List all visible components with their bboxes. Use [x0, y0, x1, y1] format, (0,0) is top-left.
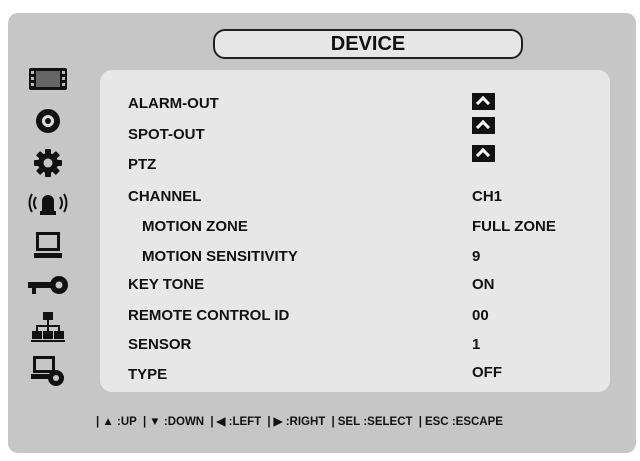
monitor-icon[interactable]	[20, 64, 75, 94]
hint-right: RIGHT	[289, 416, 326, 428]
hint-sel-key: SEL	[337, 416, 361, 428]
motion-zone-value[interactable]: FULL ZONE	[472, 218, 556, 235]
alarm-out-open-button[interactable]	[472, 93, 495, 114]
left-arrow-icon: ◀	[216, 416, 226, 428]
menu-item-key-tone[interactable]: KEY TONE	[128, 276, 204, 293]
hint-divider: |	[143, 416, 147, 428]
gear-icon[interactable]	[20, 148, 75, 178]
caret-up-icon	[472, 145, 495, 162]
right-arrow-icon: ▶	[273, 416, 283, 428]
menu-item-type[interactable]: TYPE	[128, 366, 167, 383]
hint-divider: |	[96, 416, 100, 428]
hint-up: UP	[120, 416, 137, 428]
menu-item-motion-zone[interactable]: MOTION ZONE	[142, 218, 248, 235]
network-icon[interactable]	[20, 312, 75, 342]
hint-escape: ESCAPE	[455, 416, 503, 428]
hint-down: DOWN	[167, 416, 205, 428]
hint-divider: |	[210, 416, 214, 428]
menu-item-ptz[interactable]: PTZ	[128, 156, 156, 173]
menu-item-sensor[interactable]: SENSOR	[128, 336, 191, 353]
caret-up-icon	[472, 93, 495, 110]
down-arrow-icon: ▼	[149, 416, 161, 428]
page-title: DEVICE	[213, 29, 523, 59]
type-value[interactable]: OFF	[472, 364, 502, 381]
display-icon[interactable]	[20, 230, 75, 260]
menu-item-spot-out[interactable]: SPOT-OUT	[128, 126, 205, 143]
channel-value[interactable]: CH1	[472, 188, 502, 205]
system-icon[interactable]	[20, 356, 75, 386]
up-arrow-icon: ▲	[102, 416, 114, 428]
caret-up-icon	[472, 117, 495, 134]
key-tone-value[interactable]: ON	[472, 276, 495, 293]
menu-item-alarm-out[interactable]: ALARM-OUT	[128, 95, 219, 112]
ptz-open-button[interactable]	[472, 145, 495, 166]
record-icon[interactable]	[20, 106, 75, 136]
key-hint-bar: | ▲ :UP | ▼ :DOWN | ◀ :LEFT | ▶ :RIGHT | SEL…	[96, 414, 636, 428]
alarm-light-icon[interactable]	[20, 188, 75, 218]
hint-divider: |	[331, 416, 335, 428]
hint-left: LEFT	[232, 416, 262, 428]
menu-item-channel[interactable]: CHANNEL	[128, 188, 201, 205]
hint-divider: |	[267, 416, 271, 428]
spot-out-open-button[interactable]	[472, 117, 495, 138]
motion-sensitivity-value[interactable]: 9	[472, 248, 480, 265]
menu-item-remote-control-id[interactable]: REMOTE CONTROL ID	[128, 307, 289, 324]
sensor-value[interactable]: 1	[472, 336, 480, 353]
hint-esc-key: ESC	[424, 416, 449, 428]
menu-item-motion-sensitivity[interactable]: MOTION SENSITIVITY	[142, 248, 298, 265]
key-icon[interactable]	[20, 270, 75, 300]
hint-select: SELECT	[367, 416, 413, 428]
remote-control-id-value[interactable]: 00	[472, 307, 489, 324]
hint-divider: |	[418, 416, 422, 428]
